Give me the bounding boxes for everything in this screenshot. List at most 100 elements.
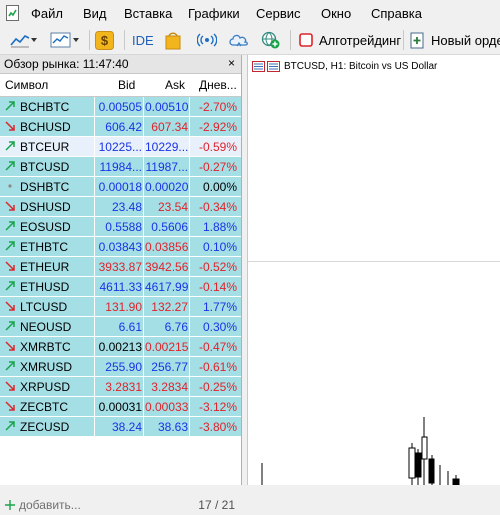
table-row[interactable]: BTCEUR 10225... 10229... -0.59% xyxy=(0,137,241,157)
toolbar-separator xyxy=(124,30,125,50)
daily-change-value: -0.47% xyxy=(198,340,237,354)
app-document-icon[interactable] xyxy=(6,5,19,21)
table-row[interactable]: ZECUSD 38.24 38.63 -3.80% xyxy=(0,417,241,437)
menu-window[interactable]: Окно xyxy=(321,6,351,21)
algo-trading-button[interactable]: Алготрейдинг xyxy=(299,29,401,51)
menu-insert[interactable]: Вставка xyxy=(124,6,172,21)
table-row[interactable]: BCHBTC 0.00505 0.00510 -2.70% xyxy=(0,97,241,117)
market-watch-column-headers: Символ Bid Ask Днев... xyxy=(0,74,241,97)
chevron-down-icon xyxy=(31,38,37,42)
column-header-symbol[interactable]: Символ xyxy=(5,78,48,92)
daily-change-value: 0.30% xyxy=(202,320,237,334)
bid-value: 6.61 xyxy=(118,320,142,334)
algo-trading-icon xyxy=(299,33,313,47)
bid-value: 3933.87 xyxy=(98,260,142,274)
line-chart-dropdown[interactable] xyxy=(10,29,38,51)
column-header-change[interactable]: Днев... xyxy=(199,78,237,92)
symbol-name: NEOUSD xyxy=(20,320,72,334)
chart-window[interactable]: BTCUSD, H1: Bitcoin vs US Dollar xyxy=(247,55,500,485)
close-icon[interactable]: × xyxy=(228,56,235,70)
ask-value: 0.5606 xyxy=(151,220,188,234)
market-button[interactable] xyxy=(164,29,182,51)
new-order-button[interactable]: Новый орде xyxy=(410,29,500,51)
table-row[interactable]: ETHUSD 4611.33 4617.99 -0.14% xyxy=(0,277,241,297)
neutral-dot-icon xyxy=(8,184,12,188)
ask-value: 4617.99 xyxy=(145,280,188,294)
trade-button[interactable]: $ xyxy=(95,29,114,51)
table-row[interactable]: ETHEUR 3933.87 3942.56 -0.52% xyxy=(0,257,241,277)
shopping-bag-icon xyxy=(165,31,181,49)
bid-value: 23.48 xyxy=(111,200,142,214)
table-row[interactable]: XRPUSD 3.2831 3.2834 -0.25% xyxy=(0,377,241,397)
daily-change-value: 0.00% xyxy=(202,180,237,194)
chart-templates-dropdown[interactable] xyxy=(50,29,80,51)
ask-value: 0.00020 xyxy=(145,180,188,194)
ask-value: 0.00510 xyxy=(145,100,188,114)
globe-plus-icon xyxy=(261,31,280,48)
column-header-ask[interactable]: Ask xyxy=(165,78,185,92)
symbol-name: ETHBTC xyxy=(20,240,68,254)
daily-change-value: -3.80% xyxy=(198,420,237,434)
line-chart-icon xyxy=(10,35,30,48)
symbol-name: BCHUSD xyxy=(20,120,71,134)
bid-value: 10225... xyxy=(98,140,142,154)
table-row[interactable]: LTCUSD 131.90 132.27 1.77% xyxy=(0,297,241,317)
symbol-name: ETHEUR xyxy=(20,260,70,274)
table-row[interactable]: DSHBTC 0.00018 0.00020 0.00% xyxy=(0,177,241,197)
menu-help[interactable]: Справка xyxy=(371,6,422,21)
vps-button[interactable] xyxy=(261,29,281,51)
bid-value: 0.00031 xyxy=(98,400,142,414)
down-arrow-icon xyxy=(5,381,15,391)
column-header-bid[interactable]: Bid xyxy=(118,78,135,92)
table-row[interactable]: EOSUSD 0.5588 0.5606 1.88% xyxy=(0,217,241,237)
daily-change-value: -0.25% xyxy=(198,380,237,394)
table-row[interactable]: ZECBTC 0.00031 0.00033 -3.12% xyxy=(0,397,241,417)
bid-value: 606.42 xyxy=(105,120,142,134)
cloud-button[interactable] xyxy=(228,29,250,51)
toolbar: $ IDE Алготрейдинг Новый орде xyxy=(0,26,500,55)
bid-value: 3.2831 xyxy=(105,380,142,394)
ask-value: 0.00215 xyxy=(145,340,188,354)
ask-value: 3942.56 xyxy=(145,260,188,274)
menu-file[interactable]: Файл xyxy=(31,6,63,21)
table-row[interactable]: BTCUSD 11984... 11987... -0.27% xyxy=(0,157,241,177)
up-arrow-icon xyxy=(5,161,15,171)
bid-value: 38.24 xyxy=(111,420,142,434)
chevron-down-icon xyxy=(73,38,79,42)
bid-value: 131.90 xyxy=(105,300,142,314)
symbol-name: LTCUSD xyxy=(20,300,68,314)
menu-charts[interactable]: Графики xyxy=(188,6,240,21)
plus-icon xyxy=(5,500,15,510)
table-row[interactable]: DSHUSD 23.48 23.54 -0.34% xyxy=(0,197,241,217)
cloud-icon xyxy=(229,34,248,47)
add-symbol-row[interactable]: добавить... 17 / 21 xyxy=(0,495,241,515)
down-arrow-icon xyxy=(5,301,15,311)
menu-view[interactable]: Вид xyxy=(83,6,107,21)
table-row[interactable]: ETHBTC 0.03843 0.03856 0.10% xyxy=(0,237,241,257)
daily-change-value: 1.88% xyxy=(202,220,237,234)
table-row[interactable]: BCHUSD 606.42 607.34 -2.92% xyxy=(0,117,241,137)
daily-change-value: -0.61% xyxy=(198,360,237,374)
ask-value: 11987... xyxy=(145,160,188,174)
signals-button[interactable] xyxy=(197,29,217,51)
table-row[interactable]: XMRBTC 0.00213 0.00215 -0.47% xyxy=(0,337,241,357)
ask-value: 256.77 xyxy=(151,360,188,374)
daily-change-value: 0.10% xyxy=(202,240,237,254)
ask-value: 23.54 xyxy=(157,200,188,214)
daily-change-value: -2.92% xyxy=(198,120,237,134)
table-row[interactable]: NEOUSD 6.61 6.76 0.30% xyxy=(0,317,241,337)
symbol-name: XMRBTC xyxy=(20,340,71,354)
bid-value: 11984... xyxy=(99,160,142,174)
ask-value: 607.34 xyxy=(151,120,188,134)
down-arrow-icon xyxy=(5,201,15,211)
new-order-icon xyxy=(410,32,424,48)
up-arrow-icon xyxy=(5,421,15,431)
down-arrow-icon xyxy=(5,401,15,411)
menu-tools[interactable]: Сервис xyxy=(256,6,301,21)
toolbar-separator xyxy=(89,30,90,50)
ide-label: IDE xyxy=(132,32,154,48)
table-row[interactable]: XMRUSD 255.90 256.77 -0.61% xyxy=(0,357,241,377)
ide-button[interactable]: IDE xyxy=(132,29,154,51)
add-symbol-label: добавить... xyxy=(19,498,81,512)
daily-change-value: -3.12% xyxy=(198,400,237,414)
